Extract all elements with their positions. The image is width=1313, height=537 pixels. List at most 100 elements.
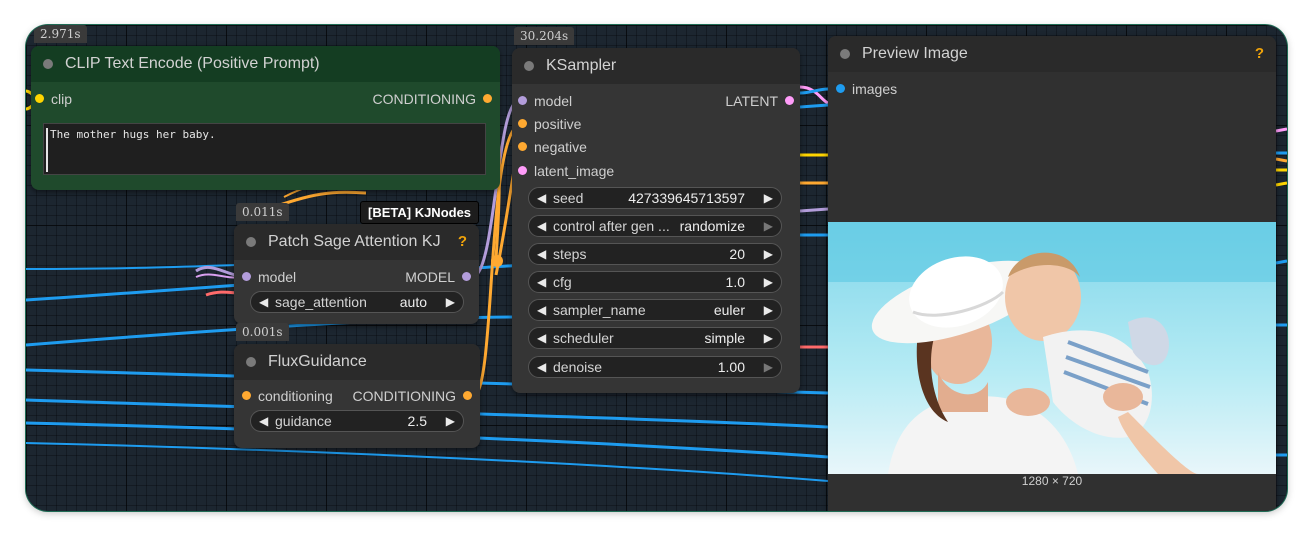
arrow-right-icon[interactable]: ▶ (764, 247, 773, 261)
conditioning-input-dot[interactable] (242, 391, 251, 400)
clip-node-header[interactable]: CLIP Text Encode (Positive Prompt) (31, 46, 500, 82)
input-label: latent_image (534, 163, 615, 179)
arrow-left-icon[interactable]: ◀ (537, 331, 546, 345)
patch-sage-attention-node[interactable]: Patch Sage Attention KJ ? model MODEL ◀ … (234, 224, 479, 324)
widget-name: scheduler (553, 330, 614, 346)
ksampler-model-input[interactable]: model (518, 91, 572, 111)
patch-node-timing: 0.011s (236, 203, 289, 221)
arrow-left-icon[interactable]: ◀ (537, 219, 546, 233)
node-status-dot (840, 49, 850, 59)
node-status-dot (524, 61, 534, 71)
preview-image[interactable] (828, 222, 1276, 474)
image-dimensions: 1280 × 720 (1021, 474, 1083, 488)
arrow-left-icon[interactable]: ◀ (259, 414, 268, 428)
conditioning-input-slot[interactable]: conditioning (242, 386, 333, 406)
latent-output-slot[interactable]: LATENT (725, 91, 794, 111)
widget-value: 2.5 (407, 413, 427, 429)
preview-node-title: Preview Image (862, 45, 968, 62)
ksampler-negative-input[interactable]: negative (518, 137, 587, 157)
clip-input-label: clip (51, 91, 73, 107)
preview-node-header[interactable]: Preview Image ? (828, 36, 1276, 72)
clip-input-dot[interactable] (35, 94, 44, 103)
steps-widget[interactable]: ◀ steps 20 ▶ (528, 243, 782, 265)
flux-node-timing: 0.001s (236, 323, 289, 341)
clip-text-encode-node[interactable]: CLIP Text Encode (Positive Prompt) clip … (31, 46, 500, 190)
widget-value: 427339645713597 (628, 190, 745, 206)
conditioning-output-slot[interactable]: CONDITIONING (353, 386, 472, 406)
patch-node-header[interactable]: Patch Sage Attention KJ ? (234, 224, 479, 260)
model-output-slot[interactable]: MODEL (405, 267, 471, 287)
help-icon[interactable]: ? (1255, 36, 1264, 72)
widget-name: guidance (275, 413, 332, 429)
denoise-widget[interactable]: ◀ denoise 1.00 ▶ (528, 356, 782, 378)
prompt-text: The mother hugs her baby. (50, 128, 216, 141)
conditioning-output-label: CONDITIONING (372, 91, 476, 107)
arrow-left-icon[interactable]: ◀ (537, 275, 546, 289)
widget-value: simple (704, 330, 745, 346)
arrow-right-icon[interactable]: ▶ (446, 414, 455, 428)
clip-node-title: CLIP Text Encode (Positive Prompt) (65, 55, 320, 72)
widget-name: denoise (553, 359, 603, 375)
images-input-dot[interactable] (836, 84, 845, 93)
widget-value: auto (399, 294, 427, 310)
seed-widget[interactable]: ◀ seed 427339645713597 ▶ (528, 187, 782, 209)
conditioning-input-label: conditioning (258, 388, 333, 404)
arrow-left-icon[interactable]: ◀ (259, 295, 268, 309)
node-status-dot (246, 357, 256, 367)
conditioning-output-slot[interactable]: CONDITIONING (373, 89, 492, 109)
ksampler-node-header[interactable]: KSampler (512, 48, 800, 84)
arrow-right-icon[interactable]: ▶ (764, 303, 773, 317)
arrow-right-icon[interactable]: ▶ (764, 331, 773, 345)
flux-node-title: FluxGuidance (268, 353, 367, 370)
node-status-dot (246, 237, 256, 247)
model-input-dot[interactable] (518, 96, 527, 105)
ksampler-node[interactable]: KSampler model LATENT positive negative … (512, 48, 800, 393)
widget-value: 20 (729, 246, 745, 262)
node-graph-canvas[interactable]: 2.971s CLIP Text Encode (Positive Prompt… (26, 25, 1287, 511)
help-icon[interactable]: ? (458, 224, 467, 260)
latent-output-dot[interactable] (785, 96, 794, 105)
latent-input-dot[interactable] (518, 166, 527, 175)
sampler-name-widget[interactable]: ◀ sampler_name euler ▶ (528, 299, 782, 321)
widget-value: euler (713, 302, 745, 318)
flux-node-header[interactable]: FluxGuidance (234, 344, 480, 380)
input-label: positive (534, 116, 582, 132)
conditioning-output-dot[interactable] (483, 94, 492, 103)
clip-input-slot[interactable]: clip (35, 89, 72, 109)
arrow-left-icon[interactable]: ◀ (537, 247, 546, 261)
arrow-right-icon[interactable]: ▶ (764, 219, 773, 233)
arrow-right-icon[interactable]: ▶ (764, 360, 773, 374)
clip-node-timing: 2.971s (34, 25, 87, 43)
ksampler-positive-input[interactable]: positive (518, 114, 581, 134)
mother-baby-photo (828, 222, 1276, 474)
conditioning-output-label: CONDITIONING (352, 388, 456, 404)
negative-input-dot[interactable] (518, 142, 527, 151)
model-output-label: MODEL (405, 269, 455, 285)
scheduler-widget[interactable]: ◀ scheduler simple ▶ (528, 327, 782, 349)
arrow-right-icon[interactable]: ▶ (446, 295, 455, 309)
widget-name: seed (553, 190, 584, 206)
kjnodes-tooltip: [BETA] KJNodes (360, 201, 480, 224)
flux-guidance-node[interactable]: FluxGuidance conditioning CONDITIONING ◀… (234, 344, 480, 448)
arrow-right-icon[interactable]: ▶ (764, 275, 773, 289)
model-output-dot[interactable] (462, 272, 471, 281)
cfg-widget[interactable]: ◀ cfg 1.0 ▶ (528, 271, 782, 293)
sage-attention-combo[interactable]: ◀ sage_attention auto ▶ (250, 291, 464, 313)
images-input-slot[interactable]: images (836, 79, 897, 99)
ksampler-latent-input[interactable]: latent_image (518, 161, 614, 181)
node-status-dot (43, 59, 53, 69)
guidance-number-widget[interactable]: ◀ guidance 2.5 ▶ (250, 410, 464, 432)
positive-input-dot[interactable] (518, 119, 527, 128)
arrow-left-icon[interactable]: ◀ (537, 360, 546, 374)
model-input-slot[interactable]: model (242, 267, 296, 287)
conditioning-output-dot[interactable] (463, 391, 472, 400)
prompt-textarea[interactable]: The mother hugs her baby. (43, 123, 486, 175)
control-after-gen-widget[interactable]: ◀ control after gen ... randomize ▶ (528, 215, 782, 237)
arrow-left-icon[interactable]: ◀ (537, 303, 546, 317)
images-input-label: images (852, 81, 898, 97)
arrow-left-icon[interactable]: ◀ (537, 191, 546, 205)
arrow-right-icon[interactable]: ▶ (764, 191, 773, 205)
widget-name: cfg (553, 274, 572, 290)
latent-output-label: LATENT (725, 93, 778, 109)
model-input-dot[interactable] (242, 272, 251, 281)
